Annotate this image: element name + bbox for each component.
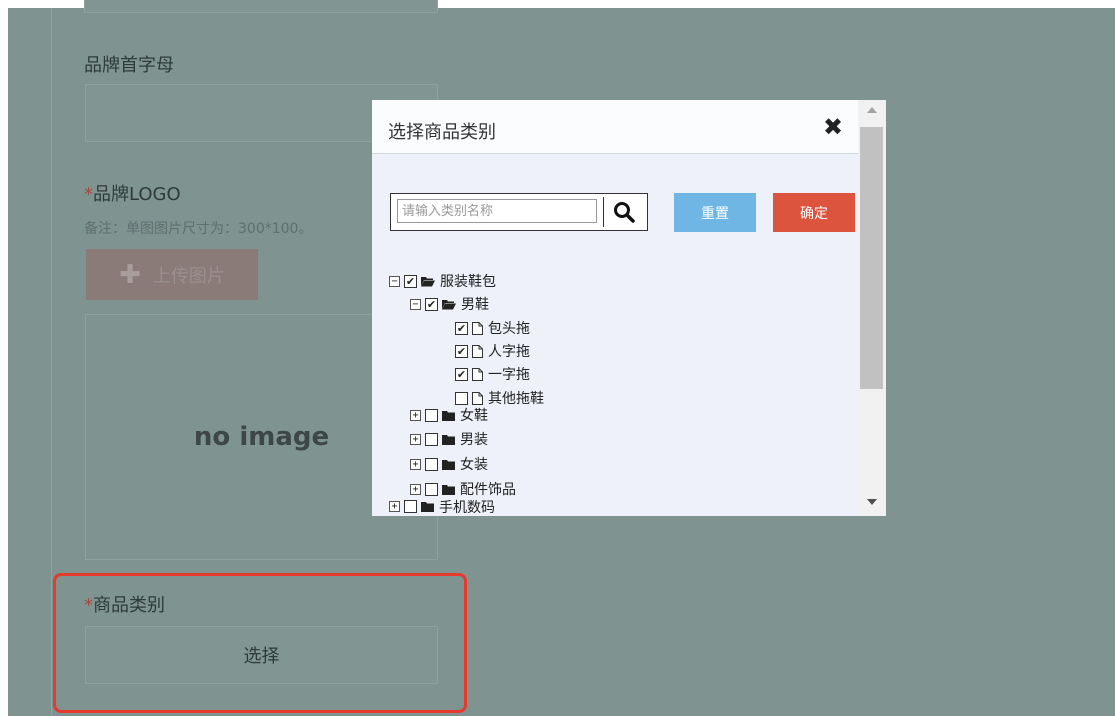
brand-logo-label: 品牌LOGO: [93, 184, 181, 205]
tree-node[interactable]: + 男装: [410, 428, 488, 450]
scroll-down-arrow-icon[interactable]: [858, 494, 886, 510]
tree-node[interactable]: + 手机数码: [389, 497, 495, 516]
plus-icon: ✚: [119, 259, 141, 290]
tree-node[interactable]: − ✔ 服装鞋包: [389, 270, 496, 292]
tree-checkbox-checked[interactable]: ✔: [404, 274, 417, 288]
folder-icon: [421, 501, 434, 512]
tree-checkbox-checked[interactable]: ✔: [455, 321, 468, 335]
tree-node-label: 包头拖: [488, 321, 530, 337]
scrollbar-thumb[interactable]: [860, 127, 883, 389]
dialog-scrollbar[interactable]: [858, 100, 886, 516]
reset-button-label: 重置: [701, 205, 729, 222]
file-icon: [472, 391, 483, 405]
no-image-text: no image: [193, 422, 330, 452]
folder-open-icon: [421, 276, 435, 287]
select-button-label: 选择: [243, 646, 280, 667]
tree-checkbox-checked[interactable]: ✔: [425, 297, 438, 311]
brand-logo-label-row: *品牌LOGO: [84, 180, 181, 206]
tree-checkbox-unchecked[interactable]: [404, 500, 417, 513]
tree-node-label: 人字拖: [488, 344, 530, 360]
folder-icon: [442, 459, 455, 470]
tree-node[interactable]: + 女装: [410, 453, 488, 475]
reset-button[interactable]: 重置: [674, 193, 756, 232]
tree-checkbox-checked[interactable]: ✔: [455, 344, 468, 358]
tree-checkbox-unchecked[interactable]: [425, 482, 438, 496]
folder-icon: [442, 434, 455, 445]
tree-node[interactable]: ✔ 人字拖: [455, 340, 530, 362]
expand-toggle-icon[interactable]: +: [410, 483, 421, 495]
file-icon: [472, 321, 483, 335]
tree-node[interactable]: − ✔ 男鞋: [410, 293, 489, 315]
expand-toggle-icon[interactable]: +: [410, 458, 421, 470]
required-mark: *: [84, 595, 93, 616]
upload-button-label: 上传图片: [152, 265, 225, 287]
dialog-body: 重置 确定 − ✔ 服装鞋包 − ✔ 男鞋 ✔ 包头拖 ✔ 人字拖 ✔ 一字: [372, 154, 858, 516]
upload-image-button[interactable]: ✚ 上传图片: [86, 249, 258, 300]
category-dialog: 选择商品类别 ✖ 重置 确定 − ✔ 服装鞋包 − ✔ 男鞋 ✔ 包头拖: [372, 100, 858, 516]
tree-node-label: 男鞋: [461, 297, 489, 313]
folder-icon: [442, 484, 455, 495]
tree-checkbox-unchecked[interactable]: [455, 391, 468, 405]
expand-toggle-icon[interactable]: +: [389, 501, 400, 512]
tree-node[interactable]: + 女鞋: [410, 404, 488, 426]
select-category-button[interactable]: 选择: [85, 626, 438, 684]
tree-node-label: 其他拖鞋: [488, 391, 544, 407]
tree-checkbox-unchecked[interactable]: [425, 432, 438, 446]
category-label-row: *商品类别: [84, 591, 165, 617]
tree-node-label: 手机数码: [439, 499, 495, 516]
scroll-up-arrow-icon[interactable]: [858, 102, 886, 118]
folder-open-icon: [442, 299, 456, 310]
expand-toggle-icon[interactable]: +: [410, 433, 421, 445]
tree-checkbox-unchecked[interactable]: [425, 457, 438, 471]
search-box: [390, 193, 648, 231]
dialog-title: 选择商品类别: [388, 122, 496, 143]
required-mark: *: [84, 184, 93, 205]
tree-node-label: 女鞋: [460, 408, 488, 424]
tree-checkbox-checked[interactable]: ✔: [455, 367, 468, 381]
tree-node-label: 女装: [460, 457, 488, 473]
category-search-input[interactable]: [397, 199, 597, 223]
tree-node-label: 配件饰品: [460, 482, 516, 498]
tree-node[interactable]: ✔ 一字拖: [455, 363, 530, 385]
dialog-header: 选择商品类别 ✖: [372, 100, 858, 154]
category-label: 商品类别: [93, 595, 165, 616]
brand-initial-label: 品牌首字母: [84, 55, 174, 76]
confirm-button[interactable]: 确定: [773, 193, 855, 232]
tree-node-label: 一字拖: [488, 367, 530, 383]
close-icon[interactable]: ✖: [823, 113, 843, 141]
file-icon: [472, 344, 483, 358]
collapse-toggle-icon[interactable]: −: [389, 275, 400, 287]
folder-icon: [442, 410, 455, 421]
tree-node[interactable]: ✔ 包头拖: [455, 317, 530, 339]
top-input-field[interactable]: [84, 0, 438, 13]
tree-node-label: 服装鞋包: [440, 274, 496, 290]
collapse-toggle-icon[interactable]: −: [410, 298, 421, 310]
expand-toggle-icon[interactable]: +: [410, 409, 421, 421]
tree-checkbox-unchecked[interactable]: [425, 408, 438, 422]
tree-node-label: 男装: [460, 432, 488, 448]
confirm-button-label: 确定: [800, 205, 828, 222]
file-icon: [472, 367, 483, 381]
search-icon[interactable]: [603, 197, 644, 227]
brand-logo-note: 备注：单图图片尺寸为：300*100。: [84, 221, 313, 237]
